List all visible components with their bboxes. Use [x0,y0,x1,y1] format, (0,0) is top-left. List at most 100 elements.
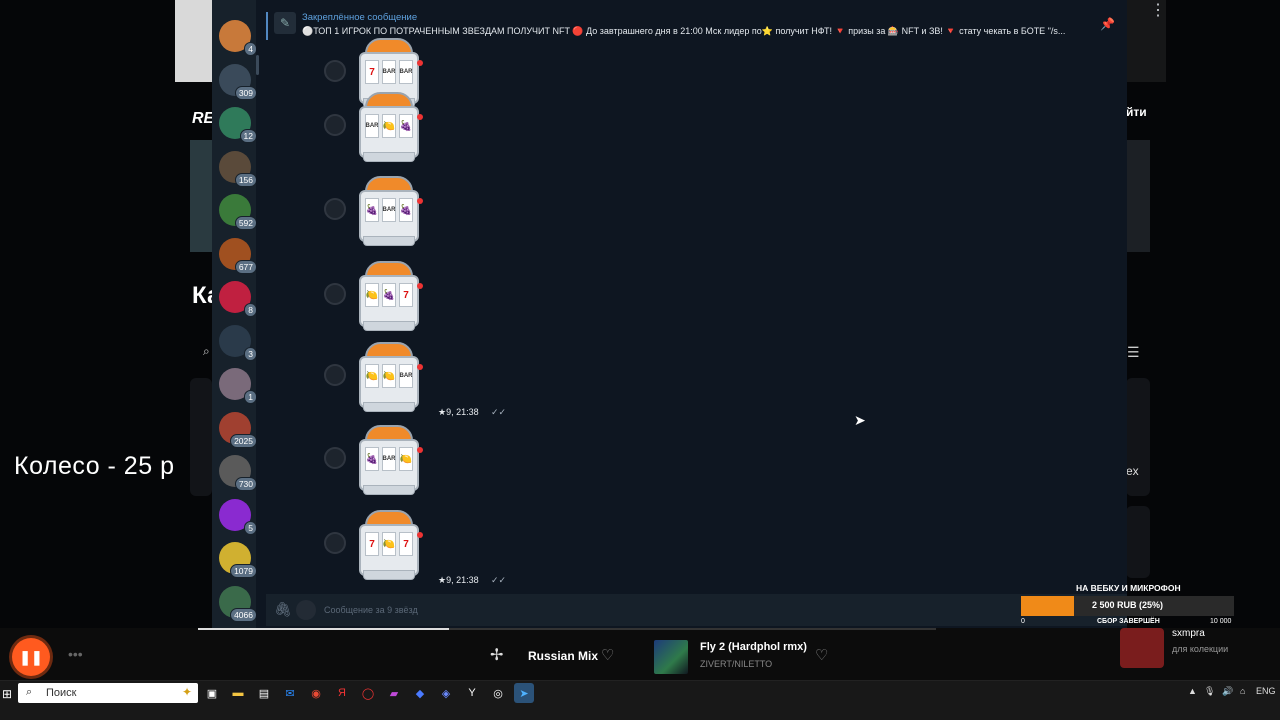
sender-avatar[interactable] [324,114,346,136]
chat-avatar[interactable]: 8 [219,281,257,317]
slot-machine-sticker[interactable]: BAR 🍋 🍇 [355,92,423,164]
pause-button[interactable]: ❚❚ [12,638,50,676]
slot-machine-sticker[interactable]: 7 🍋 7 [355,510,423,582]
network-icon[interactable]: ⌂ [1240,686,1245,696]
slot-reel: 🍇 [399,198,413,222]
task-view-icon[interactable]: ▣ [202,683,222,703]
tray-arrow-icon[interactable]: ▲ [1188,686,1197,696]
unread-badge: 12 [239,129,257,143]
background-card [1126,506,1150,578]
more-menu-icon[interactable]: ⋮ [1150,3,1166,19]
track-progress-fill [198,628,449,630]
track-artist[interactable]: ZIVERT/NILETTO [700,659,772,669]
pin-list-icon[interactable]: 📌 [1100,17,1115,31]
chrome-icon[interactable]: ◉ [306,683,326,703]
windows-start-icon[interactable]: ⊞ [2,687,12,701]
search-placeholder: Поиск [46,687,77,699]
playlist-title[interactable]: Russian Mix [528,649,598,663]
track-progress[interactable] [198,628,936,630]
more-icon[interactable]: ••• [68,646,83,662]
paperclip-icon[interactable]: 🖇 [274,601,292,618]
mail-icon[interactable]: ✉ [280,683,300,703]
unread-badge: 2025 [230,433,257,448]
app-icon[interactable]: ▰ [384,683,404,703]
slot-reel: BAR [382,447,396,471]
opera-icon[interactable]: ◯ [358,683,378,703]
chat-avatar[interactable]: 5 [219,498,257,535]
message-input[interactable] [324,600,824,620]
streamer-subtitle: для колекции [1172,644,1229,654]
slot-reels: 7 BAR BAR [365,60,413,84]
donation-title: НА ВЕБКУ И МИКРОФОН [1076,583,1181,593]
sender-avatar[interactable] [324,447,346,469]
track-cover[interactable] [654,640,688,674]
chat-avatar[interactable]: 4066 [219,585,257,622]
file-explorer-icon[interactable]: ▬ [228,683,248,703]
slot-lever-icon [417,114,423,120]
chat-avatar[interactable]: 309 [219,63,257,100]
chat-avatar[interactable]: 1 [219,368,257,404]
telegram-icon[interactable]: ➤ [514,683,534,703]
taskbar-search[interactable]: ⌕ Поиск ✦ [18,683,198,703]
chat-avatar[interactable]: 592 [219,194,257,230]
search-icon: ⌕ [26,686,33,698]
like-track-heart-icon[interactable]: ♡ [815,646,828,664]
track-title[interactable]: Fly 2 (Hardphol rmx) [700,641,807,653]
pinned-title: Закреплённое сообщение [302,12,418,23]
background-label: RE [192,110,215,127]
slot-reel: 🍋 [399,447,413,471]
slot-reel: 🍋 [382,364,396,388]
microphone-icon[interactable]: 🎙 [1204,686,1215,697]
slot-machine-sticker[interactable]: 🍇 BAR 🍋 [355,425,423,497]
slot-reel: 🍋 [382,532,396,556]
wheel-price-overlay: Колесо - 25 р [14,452,175,480]
chat-avatar[interactable]: 4 [219,20,257,56]
slot-machine-sticker[interactable]: 🍇 BAR 🍇 [355,176,423,248]
chat-avatar[interactable]: 1079 [219,542,257,578]
read-check-icon: ✓✓ [491,575,507,585]
language-indicator[interactable]: ENG [1256,686,1276,696]
slot-machine-sticker[interactable]: 🍋 🍋 BAR [355,342,423,414]
chat-sidebar: 4 309 12 156 592 677 8 3 1 2025 730 5 1079 4066 [212,0,257,628]
background-label: ex [1126,464,1139,478]
chat-avatar[interactable]: 677 [219,237,257,274]
search-icon: ⌕ [203,344,210,358]
obs-icon[interactable]: ◎ [488,683,508,703]
chat-avatar[interactable]: 2025 [219,411,257,448]
unread-badge: 1079 [230,564,257,578]
slot-reel: 7 [399,283,413,307]
slot-reel: 🍋 [365,283,379,307]
sender-avatar[interactable] [324,364,346,386]
unread-badge: 156 [234,172,257,187]
chat-avatar[interactable]: 156 [219,150,257,187]
send-as-avatar[interactable] [296,600,316,620]
yandex-icon[interactable]: Я [332,683,352,703]
app-icon-2[interactable]: ◆ [410,683,430,703]
slot-reel: BAR [365,114,379,138]
chat-avatar[interactable]: 12 [219,107,257,143]
background-card [1126,140,1150,252]
donation-progress-bar: 2 500 RUB (25%) [1021,596,1234,616]
streamer-avatar [1120,628,1164,668]
donation-status: СБОР ЗАВЕРШЁН [1097,618,1160,625]
sender-avatar[interactable] [324,198,346,220]
sender-avatar[interactable] [324,60,346,82]
donation-max: 10 000 [1210,618,1232,625]
chat-avatar[interactable]: 730 [219,455,257,491]
yandex-browser-icon[interactable]: Y [462,683,482,703]
slot-machine-sticker[interactable]: 🍋 🍇 7 [355,261,423,333]
slot-reel: BAR [382,198,396,222]
like-playlist-heart-icon[interactable]: ♡ [601,646,614,664]
sender-avatar[interactable] [324,532,346,554]
chat-avatar[interactable]: 3 [219,324,257,361]
background-card [190,378,212,496]
app-icon-3[interactable]: ◈ [436,683,456,703]
slot-machine-base [363,321,415,331]
slot-machine-base [363,402,415,412]
sender-avatar[interactable] [324,283,346,305]
store-icon[interactable]: ▤ [254,683,274,703]
volume-icon[interactable]: 🔊 [1222,686,1233,697]
pinned-message[interactable]: ✎ Закреплённое сообщение ⚪ТОП 1 ИГРОК ПО… [266,8,1127,42]
slot-lever-icon [417,198,423,204]
sidebar-scrollbar[interactable] [256,55,259,75]
